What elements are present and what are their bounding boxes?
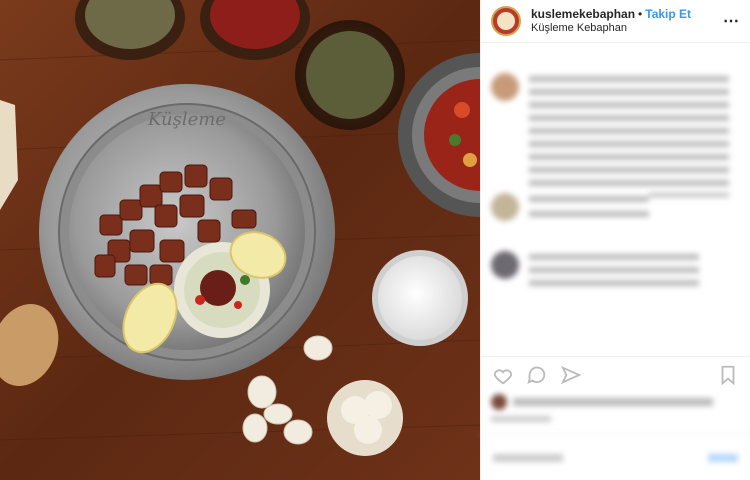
comment-item [491, 251, 740, 293]
action-bar [481, 356, 750, 393]
location-link[interactable]: Küşleme Kebaphan [531, 21, 723, 35]
like-button[interactable] [491, 363, 515, 387]
garlic-bulb [327, 380, 403, 456]
bookmark-icon [721, 365, 735, 386]
post-header: kuslemekebaphan • Takip Et Küşleme Kebapha… [481, 0, 750, 43]
comment-icon [527, 366, 546, 385]
username-link[interactable]: kuslemekebaphan [531, 7, 635, 21]
more-options-icon[interactable]: ⋯ [723, 11, 740, 31]
header-meta: kuslemekebaphan • Takip Et Küşleme Kebapha… [531, 7, 723, 35]
follow-button[interactable]: Takip Et [645, 7, 691, 21]
save-button[interactable] [716, 363, 740, 387]
likes-summary-blurred [491, 392, 740, 412]
food-photo-illustration: Küşleme [0, 0, 480, 480]
caption [491, 73, 740, 197]
share-icon [560, 365, 582, 385]
separator-dot: • [638, 7, 643, 21]
comment-item [491, 193, 740, 223]
post-photo[interactable]: Küşleme [0, 0, 480, 480]
plate-brand-engraving: Küşleme [147, 109, 226, 130]
ayran-glass [372, 250, 468, 346]
kebab-plate: Küşleme [39, 84, 335, 380]
instagram-post: Küşleme kuslemekebaphan • Takip Et Küşle… [0, 0, 750, 480]
post-side-panel: kuslemekebaphan • Takip Et Küşleme Kebapha… [480, 0, 750, 480]
spice-bowl-oregano [295, 20, 405, 130]
heart-icon [493, 369, 513, 385]
add-comment-bar-blurred [481, 434, 750, 480]
post-date-blurred [491, 416, 551, 422]
comments-section-blurred [481, 43, 750, 353]
comment-button[interactable] [525, 363, 549, 387]
share-button[interactable] [559, 363, 583, 387]
profile-avatar[interactable] [491, 6, 521, 36]
